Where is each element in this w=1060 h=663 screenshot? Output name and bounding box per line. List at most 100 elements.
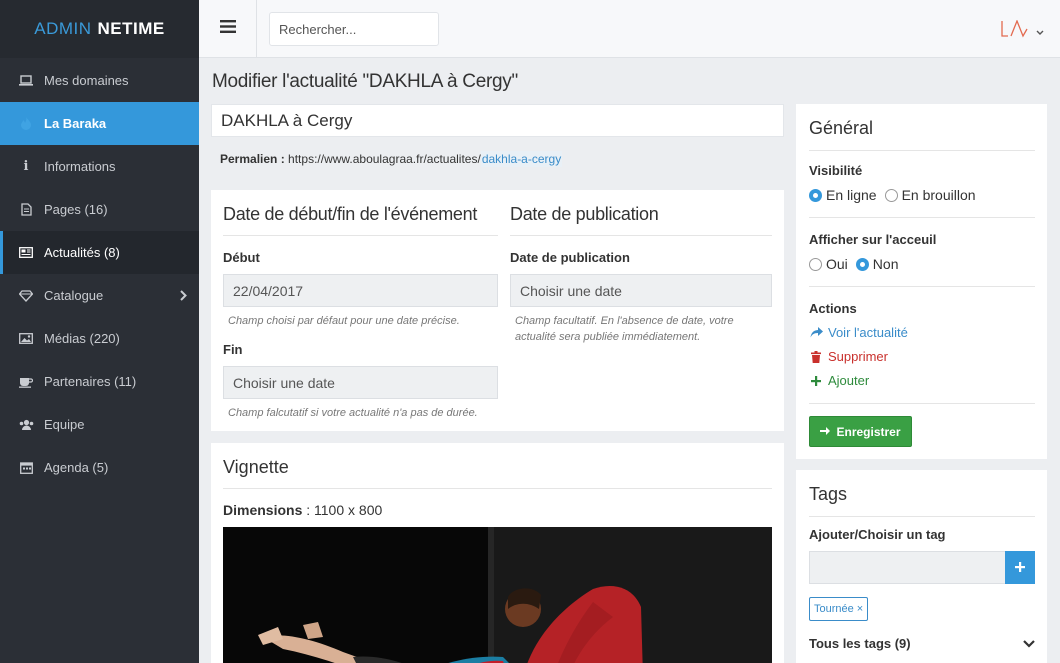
event-dates-title: Date de début/fin de l'événement	[223, 190, 498, 236]
vignette-image[interactable]	[223, 527, 772, 663]
radio-unchecked-icon	[884, 188, 898, 202]
vignette-title: Vignette	[223, 457, 772, 489]
divider	[809, 286, 1035, 287]
sidebar-item-label: Informations	[44, 159, 116, 174]
end-date-label: Fin	[223, 342, 243, 357]
add-link[interactable]: Ajouter	[809, 373, 1035, 388]
sidebar-item-label: Mes domaines	[44, 73, 129, 88]
search-input[interactable]	[269, 12, 439, 46]
sidebar-item-partenaires[interactable]: Partenaires (11)	[0, 360, 199, 403]
hamburger-icon	[219, 20, 236, 38]
brand-part1: ADMIN	[34, 19, 92, 38]
sidebar-item-medias[interactable]: Médias (220)	[0, 317, 199, 360]
save-button[interactable]: Enregistrer	[809, 416, 912, 447]
general-panel: Général Visibilité En ligne En brouillon…	[796, 104, 1047, 459]
radio-checked-icon	[855, 257, 869, 271]
view-news-link[interactable]: Voir l'actualité	[809, 325, 1035, 340]
visibility-online-radio[interactable]: En ligne	[809, 187, 877, 203]
divider	[809, 403, 1035, 404]
sidebar-item-label: Médias (220)	[44, 331, 120, 346]
visibility-draft-radio[interactable]: En brouillon	[884, 187, 976, 203]
tags-title: Tags	[809, 484, 1035, 517]
newspaper-icon	[18, 246, 34, 260]
chevron-down-icon	[1023, 636, 1035, 651]
visibility-section: Visibilité En ligne En brouillon	[809, 163, 1035, 203]
add-tag-button[interactable]	[1005, 551, 1035, 584]
sidebar-item-actualites[interactable]: Actualités (8)	[0, 231, 199, 274]
sidebar-item-label: La Baraka	[44, 116, 107, 131]
page-title: Modifier l'actualité "DAKHLA à Cergy"	[212, 71, 518, 92]
calendar-icon	[18, 461, 34, 475]
event-dates-section: Date de début/fin de l'événement Début 2…	[223, 190, 498, 421]
publication-date-help: Champ facultatif. En l'absence de date, …	[515, 315, 734, 343]
view-news-label: Voir l'actualité	[828, 325, 908, 340]
sidebar-item-agenda[interactable]: Agenda (5)	[0, 446, 199, 489]
info-icon: i	[23, 159, 29, 174]
sidebar-item-la-baraka[interactable]: La Baraka	[0, 102, 199, 145]
share-icon	[809, 327, 823, 338]
home-yes-radio[interactable]: Oui	[809, 256, 848, 272]
sidebar-item-label: Agenda (5)	[44, 460, 109, 475]
user-logo-icon	[1000, 19, 1028, 43]
sidebar-item-equipe[interactable]: Equipe	[0, 403, 199, 446]
tag-input[interactable]	[809, 551, 1006, 584]
radio-unchecked-icon	[809, 257, 822, 271]
chevron-down-icon	[1036, 23, 1044, 41]
publication-date-label: Date de publication	[510, 250, 630, 265]
end-date-field[interactable]: Choisir une date	[223, 366, 498, 399]
hamburger-menu-button[interactable]	[199, 0, 257, 58]
start-date-value: 22/04/2017	[233, 282, 304, 299]
brand-logo[interactable]: ADMIN NETIME	[0, 0, 199, 58]
plus-icon	[809, 375, 823, 386]
news-title-input[interactable]: DAKHLA à Cergy	[211, 104, 784, 137]
sidebar-item-label: Equipe	[44, 417, 85, 432]
dimensions-label: Dimensions	[223, 502, 303, 518]
visibility-online-label: En ligne	[826, 187, 877, 203]
sidebar-item-pages[interactable]: Pages (16)	[0, 188, 199, 231]
plus-icon	[1015, 559, 1025, 577]
tags-panel: Tags Ajouter/Choisir un tag Tournée × To…	[796, 470, 1047, 663]
delete-link[interactable]: Supprimer	[809, 349, 1035, 364]
save-label: Enregistrer	[836, 424, 901, 439]
dates-panel: Date de début/fin de l'événement Début 2…	[211, 190, 784, 431]
vignette-panel: Vignette Dimensions : 1100 x 800	[211, 443, 784, 663]
coffee-icon	[18, 375, 34, 389]
radio-checked-icon	[809, 188, 822, 202]
home-no-radio[interactable]: Non	[855, 256, 899, 272]
user-menu[interactable]	[1000, 19, 1044, 43]
vignette-dimensions: Dimensions : 1100 x 800	[223, 502, 382, 518]
sidebar: ADMIN NETIME Mes domaines La Baraka i In…	[0, 0, 199, 663]
sidebar-item-label: Partenaires (11)	[44, 374, 137, 389]
divider	[809, 217, 1035, 218]
home-display-label: Afficher sur l'acceuil	[809, 232, 937, 247]
arrow-right-icon	[820, 425, 831, 439]
sidebar-item-label: Actualités (8)	[44, 245, 120, 260]
home-no-label: Non	[872, 256, 899, 272]
start-date-field[interactable]: 22/04/2017	[223, 274, 498, 307]
tag-chip-tournee[interactable]: Tournée ×	[809, 597, 869, 621]
permalink-label: Permalien :	[220, 152, 285, 166]
topbar	[199, 0, 1060, 58]
home-yes-label: Oui	[826, 256, 848, 272]
visibility-label: Visibilité	[809, 163, 863, 178]
publication-date-title: Date de publication	[510, 190, 772, 236]
permalink-slug[interactable]: dakhla-a-cergy	[480, 151, 563, 167]
actions-label: Actions	[809, 301, 857, 316]
add-tag-label: Ajouter/Choisir un tag	[809, 527, 946, 542]
visibility-draft-label: En brouillon	[901, 187, 976, 203]
laptop-icon	[18, 74, 34, 88]
all-tags-toggle[interactable]: Tous les tags (9)	[809, 636, 1035, 651]
users-icon	[18, 418, 34, 432]
sidebar-item-informations[interactable]: i Informations	[0, 145, 199, 188]
publication-date-section: Date de publication Date de publication …	[510, 190, 772, 345]
sidebar-item-mes-domaines[interactable]: Mes domaines	[0, 59, 199, 102]
fire-icon	[18, 117, 34, 131]
news-title-value: DAKHLA à Cergy	[221, 110, 353, 130]
sidebar-item-label: Pages (16)	[44, 202, 108, 217]
diamond-icon	[18, 289, 34, 303]
sidebar-item-catalogue[interactable]: Catalogue	[0, 274, 199, 317]
chevron-right-icon	[180, 289, 187, 304]
trash-icon	[809, 350, 823, 363]
end-date-help: Champ falcutatif si votre actualité n'a …	[228, 407, 478, 419]
publication-date-field[interactable]: Choisir une date	[510, 274, 772, 307]
